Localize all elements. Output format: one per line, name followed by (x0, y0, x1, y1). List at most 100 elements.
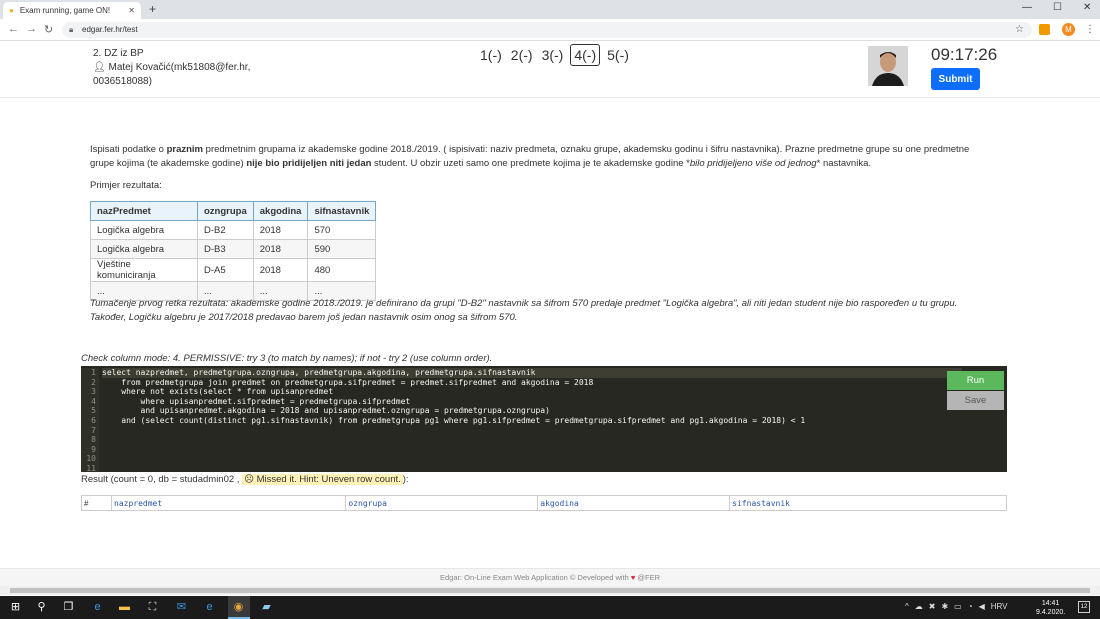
chrome-icon[interactable]: ◉ (231, 600, 246, 615)
reload-icon[interactable]: ↻ (44, 23, 53, 36)
question-link-3[interactable]: 3(-) (540, 44, 566, 66)
table-cell: Logička algebra (90, 239, 198, 259)
code-line[interactable] (102, 464, 962, 474)
bluetooth-icon[interactable]: ✱ (941, 602, 948, 611)
code-line[interactable]: where upisanpredmet.sifpredmet = predmet… (102, 397, 962, 407)
line-number: 6 (91, 415, 96, 425)
sql-editor[interactable]: 1 2 3 4 5 6 7 8 9 10 11 select nazpredme… (81, 366, 1007, 474)
footer-text: @FER (635, 573, 661, 582)
maximize-icon[interactable]: ☐ (1053, 2, 1062, 13)
store-icon[interactable]: ⛶ (145, 600, 160, 615)
line-number: 1 (91, 368, 96, 377)
search-icon[interactable]: ⚲ (34, 600, 49, 615)
code-line[interactable]: from predmetgrupa join predmet on predme… (102, 378, 962, 388)
table-cell: 590 (307, 239, 377, 259)
tray-app-icon[interactable]: ✖ (929, 602, 936, 611)
table-cell: 2018 (252, 258, 309, 282)
minimize-icon[interactable]: — (1022, 2, 1032, 13)
student-name: Matej Kovačić(mk51808@fer.hr, (108, 62, 251, 73)
submit-button[interactable]: Submit (931, 68, 980, 90)
back-icon[interactable]: ← (8, 23, 19, 35)
table-cell: Vještine komuniciranja (90, 258, 198, 282)
result-suffix: ): (402, 474, 409, 485)
question-link-1[interactable]: 1(-) (478, 44, 504, 66)
notification-center-icon[interactable]: 12 (1078, 601, 1090, 613)
cloud-icon[interactable]: ☁ (915, 602, 923, 611)
code-line[interactable] (102, 445, 962, 455)
new-tab-icon[interactable]: + (149, 2, 156, 16)
extension-icon[interactable] (1039, 24, 1050, 35)
windows-start-icon[interactable]: ⊞ (8, 600, 23, 615)
forward-icon[interactable]: → (26, 23, 37, 35)
address-bar-row: ← → ↻ 🔒︎ edgar.fer.hr/test ☆ (0, 19, 1100, 41)
tray-chevron-icon[interactable]: ^ (905, 602, 909, 611)
table-cell: 2018 (252, 239, 309, 259)
table-cell: Logička algebra (90, 220, 198, 240)
table-cell: D-B3 (197, 239, 254, 259)
code-line[interactable]: and (select count(distinct pg1.sifnastav… (102, 416, 962, 426)
check-column-mode: Check column mode: 4. PERMISSIVE: try 3 … (81, 353, 493, 364)
browser-tab[interactable]: ● Exam running, game ON! ✕ (3, 2, 141, 19)
code-line[interactable]: where not exists(select * from upisanpre… (102, 387, 962, 397)
code-line[interactable]: select nazpredmet, predmetgrupa.ozngrupa… (102, 368, 962, 378)
clock-date: 9.4.2020. (1036, 609, 1066, 616)
url-input[interactable]: 🔒︎ edgar.fer.hr/test ☆ (62, 22, 1032, 38)
question-text-part: * nastavnika. (816, 158, 872, 169)
result-header: ozngrupa (345, 495, 539, 511)
student-photo (868, 46, 908, 86)
profile-avatar[interactable]: M (1062, 23, 1075, 36)
lock-icon: 🔒︎ (69, 25, 74, 34)
question-link-5[interactable]: 5(-) (605, 44, 631, 66)
app-icon[interactable]: ▰ (259, 600, 274, 615)
code-line[interactable] (102, 426, 962, 436)
taskbar-clock[interactable]: 14:41 9.4.2020. (1036, 599, 1065, 617)
code-line[interactable]: and upisanpredmet.akgodina = 2018 and up… (102, 406, 962, 416)
tab-title: Exam running, game ON! (19, 6, 111, 15)
edge-icon[interactable]: e (90, 600, 105, 615)
question-text-part: Ispisati podatke o (90, 144, 167, 155)
file-explorer-icon[interactable]: ▬ (117, 600, 132, 615)
result-interpretation: Tumačenje prvog retka rezultata: akadems… (90, 298, 958, 323)
mail-icon[interactable]: ✉ (174, 600, 189, 615)
close-window-icon[interactable]: ✕ (1083, 2, 1091, 13)
table-row: Logička algebra D-B3 2018 590 (90, 239, 377, 259)
line-number: 10 (86, 454, 96, 464)
question-emphasis: praznim (166, 144, 204, 155)
close-tab-icon[interactable]: ✕ (128, 6, 135, 15)
example-label: Primjer rezultata: (90, 180, 162, 191)
line-number: 11 (86, 463, 96, 473)
result-table: # nazpredmet ozngrupa akgodina sifnastav… (81, 495, 1007, 511)
save-button[interactable]: Save (947, 391, 1004, 410)
question-text-part: student. U obzir uzeti samo one predmete… (371, 158, 690, 169)
line-number: 9 (91, 444, 96, 454)
example-header: sifnastavnik (307, 201, 377, 221)
bookmark-star-icon[interactable]: ☆ (1015, 22, 1024, 38)
question-navigation: 1(-) 2(-) 3(-) 4(-) 5(-) (478, 44, 631, 66)
browser-menu-icon[interactable]: ⋮ (1085, 24, 1095, 35)
horizontal-scrollbar[interactable] (0, 586, 1100, 595)
question-link-2[interactable]: 2(-) (509, 44, 535, 66)
run-button[interactable]: Run (947, 371, 1004, 390)
editor-code[interactable]: select nazpredmet, predmetgrupa.ozngrupa… (102, 368, 962, 474)
exam-info: 2. DZ iz BP 👤︎ Matej Kovačić(mk51808@fer… (93, 47, 250, 89)
exam-timer: 09:17:26 (931, 45, 998, 64)
question-emphasis: nije bio pridijeljen niti jedan (246, 158, 372, 169)
code-line[interactable] (102, 454, 962, 464)
exam-title: 2. DZ iz BP (93, 48, 144, 59)
system-tray: ^ ☁ ✖ ✱ ▭ ◔ ◀ HRV (905, 602, 1007, 611)
scrollbar-thumb[interactable] (10, 588, 1090, 593)
line-number: 7 (91, 425, 96, 435)
task-view-icon[interactable]: ❐ (61, 600, 76, 615)
question-link-4[interactable]: 4(-) (570, 44, 601, 66)
network-icon[interactable]: ◔ (968, 602, 973, 611)
question-text: Ispisati podatke o praznim predmetnim gr… (90, 143, 990, 171)
line-number: 4 (91, 396, 96, 406)
code-line[interactable] (102, 435, 962, 445)
battery-icon[interactable]: ▭ (954, 602, 962, 611)
table-cell: D-A5 (197, 258, 254, 282)
ie-icon[interactable]: e (202, 600, 217, 615)
footer-text: Edgar: On-Line Exam Web Application © De… (439, 573, 631, 582)
volume-icon[interactable]: ◀ (979, 602, 985, 611)
url-text: edgar.fer.hr/test (82, 25, 138, 34)
keyboard-language[interactable]: HRV (991, 602, 1008, 611)
